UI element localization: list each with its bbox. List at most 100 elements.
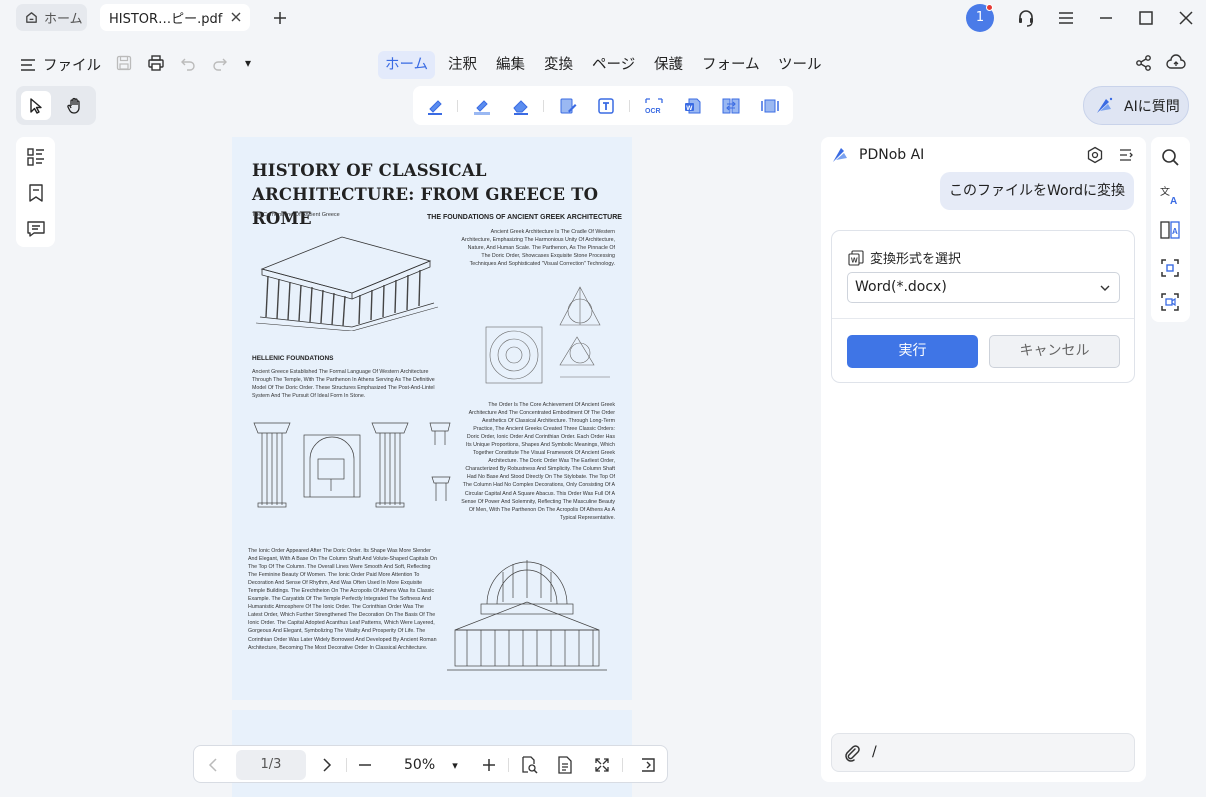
highlight-tool[interactable] xyxy=(422,93,448,119)
ai-panel-title: PDNob AI xyxy=(859,147,925,163)
ocr-tool[interactable]: OCR xyxy=(641,93,667,119)
svg-text:OCR: OCR xyxy=(645,108,661,115)
ai-panel-header: PDNob AI xyxy=(831,146,924,164)
word-format-icon: W xyxy=(848,249,864,266)
document-page: HISTORY OF CLASSICAL ARCHITECTURE: FROM … xyxy=(232,137,632,700)
title-bar: ホーム HISTOR…ピー.pdf 1 xyxy=(0,0,1206,36)
share-icon[interactable] xyxy=(1135,54,1153,72)
svg-text:W: W xyxy=(851,257,858,264)
undo-icon[interactable] xyxy=(179,54,197,72)
menu-home[interactable]: ホーム xyxy=(378,51,436,79)
geometry-diagrams xyxy=(485,286,610,384)
user-message-bubble: このファイルをWordに変換 xyxy=(940,172,1134,210)
redo-icon[interactable] xyxy=(211,54,229,72)
next-page-icon[interactable] xyxy=(313,752,339,778)
zoom-in-icon[interactable] xyxy=(476,752,502,778)
thumbnails-icon[interactable] xyxy=(25,146,47,168)
select-tool-button[interactable] xyxy=(21,91,51,120)
ask-ai-button[interactable]: AIに質問 xyxy=(1083,86,1189,125)
print-icon[interactable] xyxy=(147,54,165,72)
format-label-row: W 変換形式を選択 xyxy=(848,248,961,267)
cursor-icon xyxy=(30,97,42,114)
left-sidebar xyxy=(16,137,55,247)
tab-home-label: ホーム xyxy=(44,12,83,27)
section3-text: The Order Is The Core Achievement Of Anc… xyxy=(461,402,615,521)
page-mode-icon[interactable] xyxy=(552,752,578,778)
close-tab-icon[interactable] xyxy=(228,9,244,25)
svg-text:A: A xyxy=(1172,227,1178,236)
menu-form[interactable]: フォーム xyxy=(695,51,767,79)
attachment-icon[interactable] xyxy=(843,744,861,762)
translate-icon[interactable]: 文A xyxy=(1159,184,1181,206)
comments-icon[interactable] xyxy=(25,218,47,240)
fullscreen-icon[interactable] xyxy=(589,752,615,778)
ai-settings-icon[interactable] xyxy=(1086,146,1104,164)
zoom-level[interactable]: 50% xyxy=(404,752,435,778)
hamburger-icon xyxy=(21,58,35,71)
home-toolbar: OCR W xyxy=(413,86,793,125)
edit-text-tool[interactable] xyxy=(555,93,581,119)
maximize-icon[interactable] xyxy=(1134,6,1158,30)
menu-convert[interactable]: 変換 xyxy=(537,51,580,79)
section4-text: The Ionic Order Appeared After The Doric… xyxy=(248,548,437,651)
area-highlighter-icon xyxy=(474,100,490,115)
ask-ai-label: AIに質問 xyxy=(1124,98,1180,115)
present-tool[interactable] xyxy=(757,93,783,119)
hand-tool-button[interactable] xyxy=(60,91,90,120)
account-avatar[interactable]: 1 xyxy=(966,4,994,32)
compare-translate-icon[interactable]: A xyxy=(1159,219,1181,241)
fit-page-icon[interactable] xyxy=(516,752,542,778)
minimize-icon[interactable] xyxy=(1094,6,1118,30)
menu-bar: ファイル ▾ ホーム 注釈 編集 変換 ページ 保護 フォーム ツール xyxy=(0,44,1206,82)
document-subtitle: The Cornerstone Of Ancient Greece xyxy=(252,212,340,218)
to-word-tool[interactable]: W xyxy=(680,93,706,119)
file-menu[interactable]: ファイル xyxy=(20,54,101,75)
run-button[interactable]: 実行 xyxy=(847,335,978,368)
screenshot-icon[interactable] xyxy=(1159,257,1181,279)
zoom-out-icon[interactable] xyxy=(352,752,378,778)
area-highlight-tool[interactable] xyxy=(469,93,495,119)
zoom-dropdown-icon[interactable]: ▾ xyxy=(442,752,468,778)
edit-page-icon xyxy=(560,98,577,114)
ai-input-value: / xyxy=(872,744,877,760)
cloud-icon[interactable] xyxy=(1166,54,1186,72)
new-tab-button[interactable] xyxy=(268,6,292,30)
menu-page[interactable]: ページ xyxy=(585,51,642,79)
pdnob-logo-icon xyxy=(833,148,847,162)
support-icon[interactable] xyxy=(1014,6,1038,30)
save-icon[interactable] xyxy=(115,54,133,72)
bookmark-icon[interactable] xyxy=(25,182,47,204)
cancel-button[interactable]: キャンセル xyxy=(989,335,1120,368)
format-select[interactable]: Word(*.docx) xyxy=(847,272,1120,303)
ai-collapse-icon[interactable] xyxy=(1118,146,1136,164)
prev-page-icon[interactable] xyxy=(201,752,227,778)
menu-annotate[interactable]: 注釈 xyxy=(441,51,484,79)
search-icon[interactable] xyxy=(1159,146,1181,168)
menu-tools[interactable]: ツール xyxy=(771,51,829,79)
tab-home[interactable]: ホーム xyxy=(16,4,87,31)
page-indicator[interactable]: 1/3 xyxy=(236,750,306,780)
svg-text:A: A xyxy=(1170,196,1177,206)
mode-switcher xyxy=(16,86,96,125)
close-window-icon[interactable] xyxy=(1174,6,1198,30)
compare-icon xyxy=(722,98,740,114)
section1-text: Ancient Greek Architecture Is The Cradle… xyxy=(461,229,615,268)
tab-document[interactable]: HISTOR…ピー.pdf xyxy=(100,4,250,31)
eraser-tool[interactable] xyxy=(508,93,534,119)
ai-sparkle-icon xyxy=(1097,97,1113,113)
ai-input-field[interactable]: / xyxy=(831,733,1135,772)
section1-heading: THE FOUNDATIONS OF ANCIENT GREEK ARCHITE… xyxy=(427,214,622,221)
quick-access-dropdown[interactable]: ▾ xyxy=(245,54,251,72)
right-sidebar: 文A A xyxy=(1151,137,1190,322)
menu-edit[interactable]: 編集 xyxy=(489,51,532,79)
format-label: 変換形式を選択 xyxy=(870,252,962,267)
menu-icon[interactable] xyxy=(1054,6,1078,30)
parthenon-illustration xyxy=(255,236,438,331)
compare-tool[interactable] xyxy=(718,93,744,119)
notification-dot xyxy=(986,4,993,11)
text-box-tool[interactable] xyxy=(593,93,619,119)
screen-record-icon[interactable] xyxy=(1159,291,1181,313)
menu-protect[interactable]: 保護 xyxy=(647,51,690,79)
card-divider xyxy=(832,318,1134,319)
collapse-panel-icon[interactable] xyxy=(635,752,661,778)
